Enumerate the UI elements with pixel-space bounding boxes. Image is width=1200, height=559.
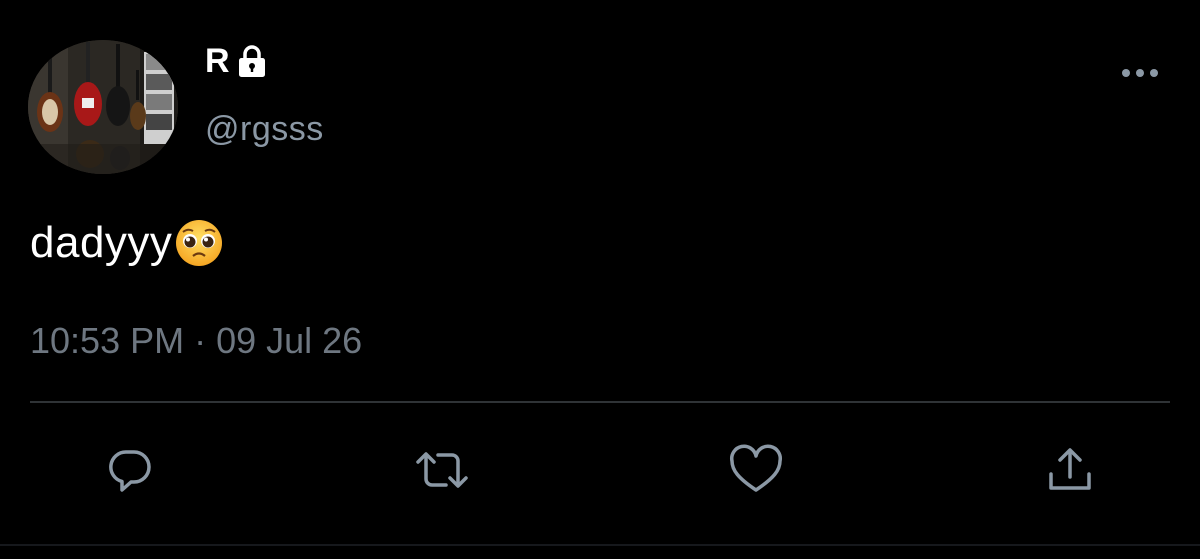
reply-button[interactable]	[100, 440, 160, 500]
retweet-icon	[416, 452, 468, 488]
tweet-card: R @rgsss dadyyy 10:53 PM · 09 Jul 26	[0, 0, 1200, 559]
more-icon	[1122, 69, 1158, 77]
avatar-guitars-image	[28, 40, 178, 174]
tweet-time: 10:53 PM	[30, 320, 185, 361]
tweet-text-content: dadyyy	[30, 218, 173, 267]
tweet-text: dadyyy	[30, 218, 224, 268]
heart-icon	[730, 444, 782, 492]
avatar[interactable]	[28, 40, 178, 174]
tweet-date: 09 Jul 26	[216, 320, 363, 361]
lock-icon	[237, 44, 267, 79]
more-options-button[interactable]	[1118, 60, 1162, 86]
retweet-button[interactable]	[412, 440, 472, 500]
display-name[interactable]: R	[205, 42, 231, 81]
share-button[interactable]	[1040, 440, 1100, 500]
bottom-divider	[0, 544, 1200, 546]
author-handle[interactable]: @rgsss	[205, 110, 324, 149]
timestamp-separator: ·	[194, 320, 207, 361]
reply-icon	[109, 450, 151, 492]
pleading-face-emoji	[174, 218, 224, 268]
author-name-row[interactable]: R	[205, 42, 267, 81]
tweet-timestamp[interactable]: 10:53 PM · 09 Jul 26	[30, 320, 362, 362]
like-button[interactable]	[726, 440, 786, 500]
divider	[30, 401, 1170, 403]
share-icon	[1049, 448, 1091, 490]
